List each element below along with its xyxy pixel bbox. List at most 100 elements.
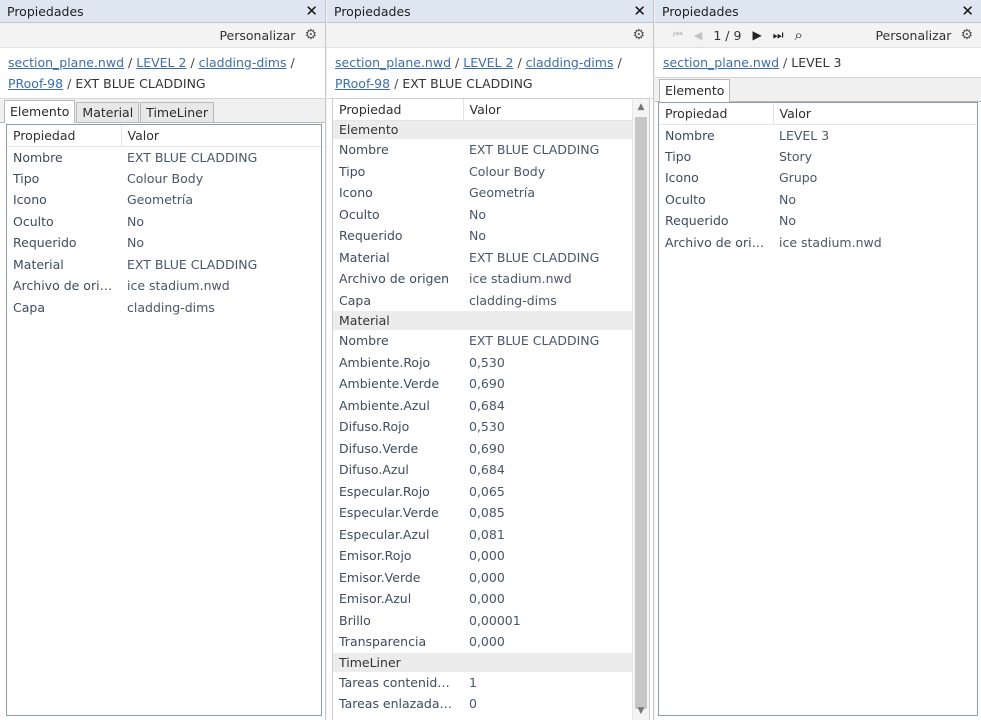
tab-elemento[interactable]: Elemento bbox=[4, 100, 76, 123]
table-row[interactable]: Oculto No bbox=[333, 204, 633, 226]
table-row[interactable]: Requerido No bbox=[7, 232, 321, 254]
property-value: Colour Body bbox=[469, 163, 546, 179]
table-row[interactable]: Transparencia 0,000 bbox=[333, 631, 633, 653]
previous-record-icon[interactable]: ◀ bbox=[694, 29, 702, 42]
property-value: ice stadium.nwd bbox=[469, 271, 572, 287]
table-row[interactable]: Ambiente.Rojo 0,530 bbox=[333, 352, 633, 374]
property-value: Colour Body bbox=[127, 170, 204, 186]
breadcrumb-link[interactable]: section_plane.nwd bbox=[335, 55, 451, 70]
table-row[interactable]: Difuso.Rojo 0,530 bbox=[333, 416, 633, 438]
table-row[interactable]: Material EXT BLUE CLADDING bbox=[7, 254, 321, 276]
breadcrumb-link[interactable]: PRoof-98 bbox=[8, 76, 63, 91]
column-header-valor[interactable]: Valor bbox=[462, 99, 633, 121]
table-row[interactable]: Emisor.Rojo 0,000 bbox=[333, 545, 633, 567]
category-row[interactable]: Material bbox=[333, 311, 633, 330]
table-row[interactable]: Icono Geometría bbox=[333, 182, 633, 204]
property-value: 0 bbox=[469, 696, 477, 712]
gear-icon[interactable]: ⚙ bbox=[632, 27, 645, 43]
property-value: 0,000 bbox=[469, 634, 505, 650]
table-row[interactable]: Capa cladding-dims bbox=[7, 297, 321, 319]
tab-elemento[interactable]: Elemento bbox=[659, 79, 731, 102]
table-row[interactable]: Requerido No bbox=[659, 210, 977, 232]
close-icon[interactable]: ✕ bbox=[305, 3, 318, 19]
table-row[interactable]: Capa cladding-dims bbox=[333, 290, 633, 312]
panel-titlebar[interactable]: Propiedades ✕ bbox=[327, 0, 653, 23]
table-row[interactable]: Emisor.Azul 0,000 bbox=[333, 588, 633, 610]
table-row[interactable]: Nombre EXT BLUE CLADDING bbox=[333, 330, 633, 352]
table-row[interactable]: Archivo de origen ice stadium.nwd bbox=[659, 232, 977, 254]
properties-panel-2: Propiedades ✕ ⚙ section_plane.nwd / LEVEL … bbox=[327, 0, 654, 720]
property-name: Requerido bbox=[13, 235, 77, 251]
table-row[interactable]: Nombre LEVEL 3 bbox=[659, 124, 977, 146]
scroll-up-arrow-icon[interactable]: ▲ bbox=[633, 99, 649, 116]
table-row[interactable]: Nombre EXT BLUE CLADDING bbox=[7, 146, 321, 168]
property-name: Oculto bbox=[339, 206, 380, 222]
table-row[interactable]: Especular.Rojo 0,065 bbox=[333, 481, 633, 503]
tab-material[interactable]: Material bbox=[76, 102, 140, 122]
customize-button[interactable]: Personalizar bbox=[875, 28, 951, 43]
property-name: Tareas contenidas... bbox=[339, 674, 463, 690]
column-header-propiedad[interactable]: Propiedad bbox=[659, 103, 773, 125]
gear-icon[interactable]: ⚙ bbox=[960, 27, 973, 43]
panel-titlebar[interactable]: Propiedades ✕ bbox=[655, 0, 981, 23]
category-row[interactable]: TimeLiner bbox=[333, 652, 633, 672]
breadcrumb-link[interactable]: cladding-dims bbox=[526, 55, 614, 70]
table-row[interactable]: Material EXT BLUE CLADDING bbox=[333, 247, 633, 269]
last-record-icon[interactable]: ⏭ bbox=[773, 28, 784, 43]
breadcrumb-link[interactable]: LEVEL 2 bbox=[136, 55, 186, 70]
table-row[interactable]: Tipo Story bbox=[659, 146, 977, 168]
property-value: No bbox=[127, 235, 144, 251]
table-row[interactable]: Icono Grupo bbox=[659, 167, 977, 189]
next-record-icon[interactable]: ▶ bbox=[752, 28, 761, 42]
category-label: TimeLiner bbox=[333, 652, 633, 672]
table-row[interactable]: Especular.Azul 0,081 bbox=[333, 524, 633, 546]
table-row[interactable]: Solapamiento contNo bbox=[333, 715, 633, 720]
customize-button[interactable]: Personalizar bbox=[219, 28, 295, 43]
table-row[interactable]: Tipo Colour Body bbox=[7, 168, 321, 190]
table-row[interactable]: Emisor.Verde 0,000 bbox=[333, 567, 633, 589]
breadcrumb-link[interactable]: section_plane.nwd bbox=[663, 55, 779, 70]
property-name: Ambiente.Verde bbox=[339, 376, 440, 392]
column-header-propiedad[interactable]: Propiedad bbox=[7, 125, 121, 147]
table-row[interactable]: Oculto No bbox=[659, 189, 977, 211]
breadcrumb-link[interactable]: LEVEL 2 bbox=[463, 55, 513, 70]
vertical-scrollbar[interactable]: ▲ ▼ bbox=[632, 99, 649, 720]
column-header-propiedad[interactable]: Propiedad bbox=[333, 99, 463, 121]
category-row[interactable]: Elemento bbox=[333, 120, 633, 139]
table-row[interactable]: Tareas enlazadas a 0 bbox=[333, 693, 633, 715]
table-row[interactable]: Nombre EXT BLUE CLADDING bbox=[333, 139, 633, 161]
table-row[interactable]: Difuso.Verde 0,690 bbox=[333, 438, 633, 460]
column-header-valor[interactable]: Valor bbox=[120, 125, 321, 147]
table-row[interactable]: Oculto No bbox=[7, 211, 321, 233]
breadcrumb-link[interactable]: cladding-dims bbox=[199, 55, 287, 70]
table-row[interactable]: Ambiente.Verde 0,690 bbox=[333, 373, 633, 395]
table-row[interactable]: Icono Geometría bbox=[7, 189, 321, 211]
property-value: EXT BLUE CLADDING bbox=[127, 149, 258, 165]
breadcrumb-link[interactable]: section_plane.nwd bbox=[8, 55, 124, 70]
table-row[interactable]: Difuso.Azul 0,684 bbox=[333, 459, 633, 481]
property-name: Capa bbox=[13, 299, 45, 315]
property-value: ice stadium.nwd bbox=[127, 278, 230, 294]
table-row[interactable]: Archivo de origen ice stadium.nwd bbox=[7, 275, 321, 297]
table-row[interactable]: Brillo 0,00001 bbox=[333, 610, 633, 632]
column-header-valor[interactable]: Valor bbox=[772, 103, 977, 125]
close-icon[interactable]: ✕ bbox=[961, 3, 974, 19]
property-value: cladding-dims bbox=[127, 299, 215, 315]
tab-timeliner[interactable]: TimeLiner bbox=[140, 102, 214, 122]
property-name: Nombre bbox=[339, 333, 389, 349]
scrollbar-thumb[interactable] bbox=[635, 117, 647, 709]
breadcrumb-link[interactable]: PRoof-98 bbox=[335, 76, 390, 91]
table-row[interactable]: Requerido No bbox=[333, 225, 633, 247]
panel-titlebar[interactable]: Propiedades ✕ bbox=[0, 0, 325, 23]
table-row[interactable]: Ambiente.Azul 0,684 bbox=[333, 395, 633, 417]
table-row[interactable]: Tipo Colour Body bbox=[333, 161, 633, 183]
table-row[interactable]: Archivo de origen ice stadium.nwd bbox=[333, 268, 633, 290]
table-row[interactable]: Especular.Verde 0,085 bbox=[333, 502, 633, 524]
scroll-down-arrow-icon[interactable]: ▼ bbox=[633, 703, 649, 720]
gear-icon[interactable]: ⚙ bbox=[304, 27, 317, 43]
table-row[interactable]: Tareas contenidas... 1 bbox=[333, 672, 633, 694]
property-value: No bbox=[469, 228, 486, 244]
search-icon[interactable]: ⌕ bbox=[795, 26, 803, 44]
close-icon[interactable]: ✕ bbox=[633, 3, 646, 19]
first-record-icon[interactable]: ⏮ bbox=[673, 28, 683, 42]
